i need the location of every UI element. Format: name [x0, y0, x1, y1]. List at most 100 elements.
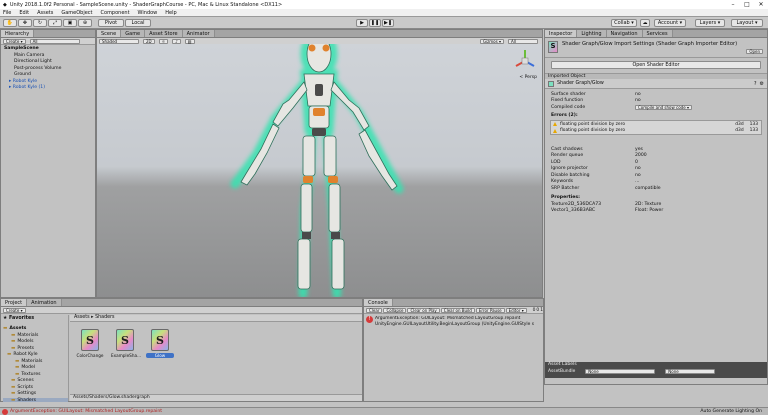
assetbundle-variant-dropdown[interactable]: None: [665, 369, 716, 374]
hand-icon: ✋: [6, 20, 14, 26]
minimize-button[interactable]: –: [726, 1, 740, 8]
asset-labels-section: Asset Labels AssetBundle None None: [545, 362, 767, 378]
console-toolbar-button[interactable]: Editor ▾: [505, 307, 527, 313]
rect-icon: ▣: [67, 20, 73, 26]
hand-tool-button[interactable]: ✋: [3, 19, 17, 27]
gizmos-dropdown[interactable]: Gizmos ▾: [479, 38, 504, 44]
close-button[interactable]: ✕: [754, 1, 768, 8]
favorites-item[interactable]: ★ Favorites: [3, 316, 68, 323]
settings-gear-icon[interactable]: ⚙: [760, 81, 764, 87]
inspector-panel: Inspector Lighting Navigation Services S…: [544, 29, 768, 385]
folder-icon: ▬: [11, 345, 16, 351]
assetbundle-dropdown[interactable]: None: [585, 369, 656, 374]
tab-console[interactable]: Console: [364, 299, 393, 306]
property-value: 2000: [635, 153, 647, 159]
tab-scene[interactable]: Scene: [97, 30, 122, 37]
favorites-label: Favorites: [8, 316, 35, 321]
console-error-count[interactable]: 1: [540, 308, 543, 313]
tab-asset-store[interactable]: Asset Store: [145, 30, 183, 37]
unity-logo-icon: ◆: [3, 1, 7, 8]
tab-animator[interactable]: Animator: [182, 30, 215, 37]
console-toolbar-button[interactable]: Clear: [366, 307, 383, 313]
help-icon[interactable]: ?: [754, 81, 757, 87]
rect-tool-button[interactable]: ▣: [63, 19, 77, 27]
move-tool-button[interactable]: ✥: [18, 19, 32, 27]
tab-game[interactable]: Game: [121, 30, 146, 37]
open-shader-editor-button[interactable]: Open Shader Editor: [551, 61, 761, 69]
status-error-icon: [2, 408, 8, 415]
property-key: Keywords: [551, 179, 574, 185]
hierarchy-create-button[interactable]: Create ▾: [3, 38, 26, 44]
window-title: Unity 2018.1.0f2 Personal - SampleScene.…: [9, 1, 283, 8]
error-icon: !: [366, 316, 373, 323]
menu-component[interactable]: Component: [101, 10, 130, 16]
local-toggle[interactable]: Local: [125, 19, 151, 27]
maximize-button[interactable]: □: [740, 1, 754, 8]
shader-asset[interactable]: S ColorChange: [76, 329, 104, 369]
project-create-button[interactable]: Create ▾: [3, 307, 26, 313]
shader-graph-asset-icon: S: [151, 329, 169, 351]
console-info-count[interactable]: 0: [533, 308, 536, 313]
persp-label[interactable]: < Persp: [519, 75, 537, 80]
scene-orientation-gizmo[interactable]: [512, 48, 538, 74]
property-row: SRP Batcher compatible: [545, 185, 767, 192]
console-toolbar-button[interactable]: Clear on Build: [440, 307, 475, 313]
pivot-toggle[interactable]: Pivot: [98, 19, 124, 27]
lighting-tab-label: Lighting: [581, 30, 602, 37]
menu-window[interactable]: Window: [138, 10, 158, 16]
step-button[interactable]: ▶❚: [382, 19, 394, 27]
scale-tool-button[interactable]: ⤢: [48, 19, 62, 27]
account-dropdown[interactable]: Account ▾: [654, 19, 686, 27]
play-button[interactable]: ▶: [356, 19, 368, 27]
console-toolbar-button[interactable]: Collapse: [383, 307, 407, 313]
window-title-bar: ◆ Unity 2018.1.0f2 Personal - SampleScen…: [0, 0, 768, 9]
pause-button[interactable]: ❚❚: [369, 19, 381, 27]
error-row[interactable]: floating point division by zero d3d 133: [551, 128, 761, 135]
tab-animation[interactable]: Animation: [27, 299, 62, 306]
menu-help[interactable]: Help: [165, 10, 176, 16]
transform-tool-button[interactable]: ⊕: [78, 19, 92, 27]
layers-dropdown[interactable]: Layers ▾: [695, 19, 725, 27]
imported-object-header: Shader Graph/Glow ? ⚙: [545, 79, 767, 89]
menu-gameobject[interactable]: GameObject: [61, 10, 92, 16]
tab-project[interactable]: Project: [1, 299, 28, 306]
lighting-toggle[interactable]: ☼: [158, 38, 169, 44]
menu-edit[interactable]: Edit: [19, 10, 29, 16]
open-button[interactable]: Open: [746, 49, 763, 54]
2d-toggle[interactable]: 2D: [143, 38, 155, 44]
tab-navigation[interactable]: Navigation: [606, 30, 643, 37]
console-warning-count[interactable]: 0: [536, 308, 539, 313]
rotate-tool-button[interactable]: ↻: [33, 19, 47, 27]
console-message-line1: ArgumentException: GUILayout: Mismatched…: [375, 316, 521, 321]
assetbundle-label: AssetBundle: [548, 369, 576, 374]
scene-panel: Scene Game Asset Store Animator Shaded 2…: [96, 29, 543, 298]
effects-toggle[interactable]: ▧: [184, 38, 195, 44]
tab-services[interactable]: Services: [642, 30, 673, 37]
tab-hierarchy[interactable]: Hierarchy: [1, 30, 35, 37]
menu-assets[interactable]: Assets: [37, 10, 53, 16]
compile-and-show-code-button[interactable]: Compile and show code ▾: [635, 104, 692, 110]
shader-asset[interactable]: S ExampleSha...: [111, 329, 141, 369]
property-value: 2D: Texture: [635, 201, 662, 207]
console-toolbar-button[interactable]: Clear on Play: [407, 307, 440, 313]
tab-lighting[interactable]: Lighting: [577, 30, 607, 37]
shading-mode-dropdown[interactable]: Shaded: [99, 38, 139, 44]
warning-icon: [553, 128, 557, 133]
asset-store-tab-label: Asset Store: [149, 30, 178, 37]
scene-viewport[interactable]: < Persp: [97, 44, 542, 297]
scene-search-input[interactable]: All: [508, 38, 538, 44]
tab-inspector[interactable]: Inspector: [545, 30, 578, 37]
cloud-button[interactable]: ☁: [640, 19, 650, 27]
layout-dropdown[interactable]: Layout ▾: [731, 19, 763, 27]
shader-asset[interactable]: S Glow: [146, 329, 174, 369]
menu-file[interactable]: File: [3, 10, 11, 16]
console-message[interactable]: ! ArgumentException: GUILayout: Mismatch…: [364, 314, 543, 329]
collab-dropdown[interactable]: Collab ▾: [611, 19, 637, 27]
console-toolbar-button[interactable]: Error Pause: [475, 307, 505, 313]
audio-toggle[interactable]: ♪: [172, 38, 181, 44]
status-message[interactable]: ArgumentException: GUILayout: Mismatched…: [10, 409, 162, 414]
property-value: no: [635, 91, 641, 97]
hierarchy-search-input[interactable]: All: [29, 38, 80, 44]
hierarchy-item[interactable]: ▸ Robot Kyle (1): [4, 85, 95, 92]
project-breadcrumb[interactable]: Assets ▸ Shaders: [70, 315, 362, 322]
